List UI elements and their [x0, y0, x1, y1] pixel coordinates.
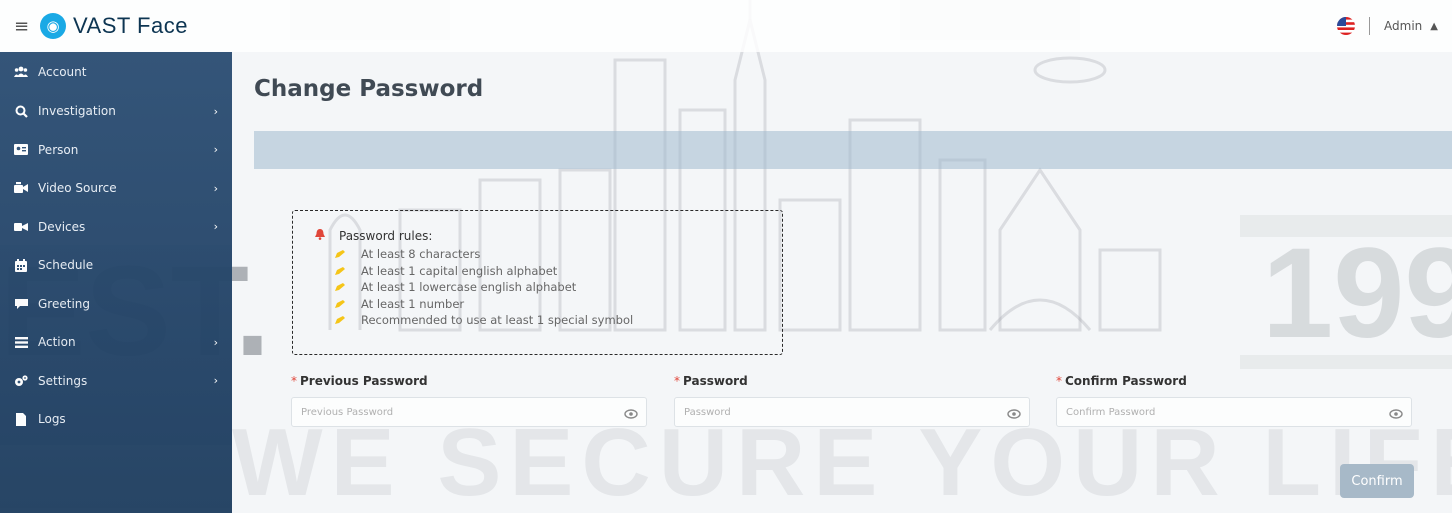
- sidebar-item-label: Video Source: [38, 181, 117, 196]
- search-icon: [14, 104, 28, 118]
- sidebar: Account Investigation › Person › Video S…: [0, 52, 232, 513]
- header-divider: [1369, 17, 1371, 35]
- rule-text: At least 8 characters: [361, 247, 481, 262]
- chevron-right-icon: ›: [213, 181, 218, 195]
- input-wrapper: [674, 397, 1030, 427]
- eye-icon[interactable]: [1007, 406, 1021, 420]
- user-menu[interactable]: Admin: [1384, 19, 1422, 33]
- camera-icon: [14, 220, 28, 234]
- rules-heading: Password rules:: [315, 229, 782, 243]
- sidebar-item-label: Investigation: [38, 104, 116, 119]
- field-label-text: Confirm Password: [1065, 374, 1187, 388]
- sidebar-item-label: Logs: [38, 412, 66, 427]
- chevron-right-icon: ›: [213, 104, 218, 118]
- face-logo-icon: ◉: [40, 13, 66, 39]
- rule-item: At least 1 lowercase english alphabet: [315, 279, 782, 296]
- rule-item: At least 8 characters: [315, 246, 782, 263]
- rule-item: At least 1 capital english alphabet: [315, 263, 782, 280]
- sidebar-item-investigation[interactable]: Investigation ›: [0, 92, 232, 131]
- required-mark: *: [291, 374, 297, 388]
- confirm-password-field: * Confirm Password: [1056, 374, 1412, 427]
- sidebar-item-settings[interactable]: Settings ›: [0, 362, 232, 401]
- id-card-icon: [14, 143, 28, 157]
- brand-name: VAST Face: [73, 13, 188, 38]
- top-header: ≡ ◉ VAST Face Admin ▲: [0, 0, 1452, 52]
- us-flag-icon[interactable]: [1337, 17, 1356, 35]
- field-label: * Confirm Password: [1056, 374, 1412, 388]
- title-band: [254, 131, 1452, 169]
- previous-password-input[interactable]: [292, 398, 646, 426]
- sidebar-item-label: Greeting: [38, 296, 90, 311]
- chevron-right-icon: ›: [213, 220, 218, 234]
- brand-logo[interactable]: ◉ VAST Face: [40, 13, 188, 39]
- sidebar-item-devices[interactable]: Devices ›: [0, 208, 232, 247]
- field-label-text: Password: [683, 374, 748, 388]
- field-label-text: Previous Password: [300, 374, 428, 388]
- pencil-icon: [335, 280, 345, 294]
- confirm-password-input[interactable]: [1057, 398, 1411, 426]
- password-rules-box: Password rules: At least 8 characters At…: [292, 210, 783, 355]
- input-wrapper: [1056, 397, 1412, 427]
- required-mark: *: [674, 374, 680, 388]
- previous-password-field: * Previous Password: [291, 374, 647, 427]
- sidebar-item-label: Settings: [38, 373, 88, 388]
- sidebar-item-person[interactable]: Person ›: [0, 131, 232, 170]
- pencil-icon: [335, 264, 345, 278]
- gears-icon: [14, 374, 28, 388]
- sidebar-item-label: Person: [38, 142, 79, 157]
- list-icon: [14, 335, 28, 349]
- page-title: Change Password: [254, 76, 484, 102]
- pencil-icon: [335, 297, 345, 311]
- chevron-up-icon[interactable]: ▲: [1430, 21, 1438, 32]
- field-label: * Password: [674, 374, 1030, 388]
- pencil-icon: [335, 247, 345, 261]
- header-actions: Admin ▲: [1337, 17, 1452, 35]
- pencil-icon: [335, 313, 345, 327]
- chevron-right-icon: ›: [213, 143, 218, 157]
- sidebar-item-greeting[interactable]: Greeting: [0, 285, 232, 324]
- eye-icon[interactable]: [1389, 406, 1403, 420]
- sidebar-item-account[interactable]: Account: [0, 52, 232, 92]
- main-content: Change Password Password rules: At least…: [232, 52, 1452, 513]
- bell-icon: [315, 229, 325, 243]
- rule-text: Recommended to use at least 1 special sy…: [361, 313, 634, 328]
- rule-text: At least 1 capital english alphabet: [361, 263, 558, 278]
- sidebar-item-label: Devices: [38, 219, 86, 234]
- rules-heading-text: Password rules:: [339, 229, 433, 243]
- users-icon: [14, 65, 28, 79]
- required-mark: *: [1056, 374, 1062, 388]
- field-label: * Previous Password: [291, 374, 647, 388]
- chevron-right-icon: ›: [213, 335, 218, 349]
- password-field: * Password: [674, 374, 1030, 427]
- calendar-icon: [14, 258, 28, 272]
- sidebar-item-schedule[interactable]: Schedule: [0, 246, 232, 285]
- sidebar-item-video-source[interactable]: Video Source ›: [0, 169, 232, 208]
- sidebar-item-label: Action: [38, 335, 76, 350]
- confirm-button[interactable]: Confirm: [1340, 464, 1414, 498]
- chevron-right-icon: ›: [213, 374, 218, 388]
- rule-text: At least 1 lowercase english alphabet: [361, 280, 577, 295]
- chat-icon: [14, 297, 28, 311]
- file-icon: [14, 412, 28, 426]
- sidebar-item-label: Schedule: [38, 258, 94, 273]
- sidebar-item-action[interactable]: Action ›: [0, 323, 232, 362]
- rule-text: At least 1 number: [361, 296, 465, 311]
- sidebar-item-logs[interactable]: Logs: [0, 400, 232, 439]
- input-wrapper: [291, 397, 647, 427]
- video-source-icon: [14, 181, 28, 195]
- rule-item: At least 1 number: [315, 296, 782, 313]
- sidebar-item-label: Account: [38, 65, 87, 79]
- menu-toggle-icon[interactable]: ≡: [0, 16, 36, 37]
- password-input[interactable]: [675, 398, 1029, 426]
- eye-icon[interactable]: [624, 406, 638, 420]
- rule-item: Recommended to use at least 1 special sy…: [315, 312, 782, 329]
